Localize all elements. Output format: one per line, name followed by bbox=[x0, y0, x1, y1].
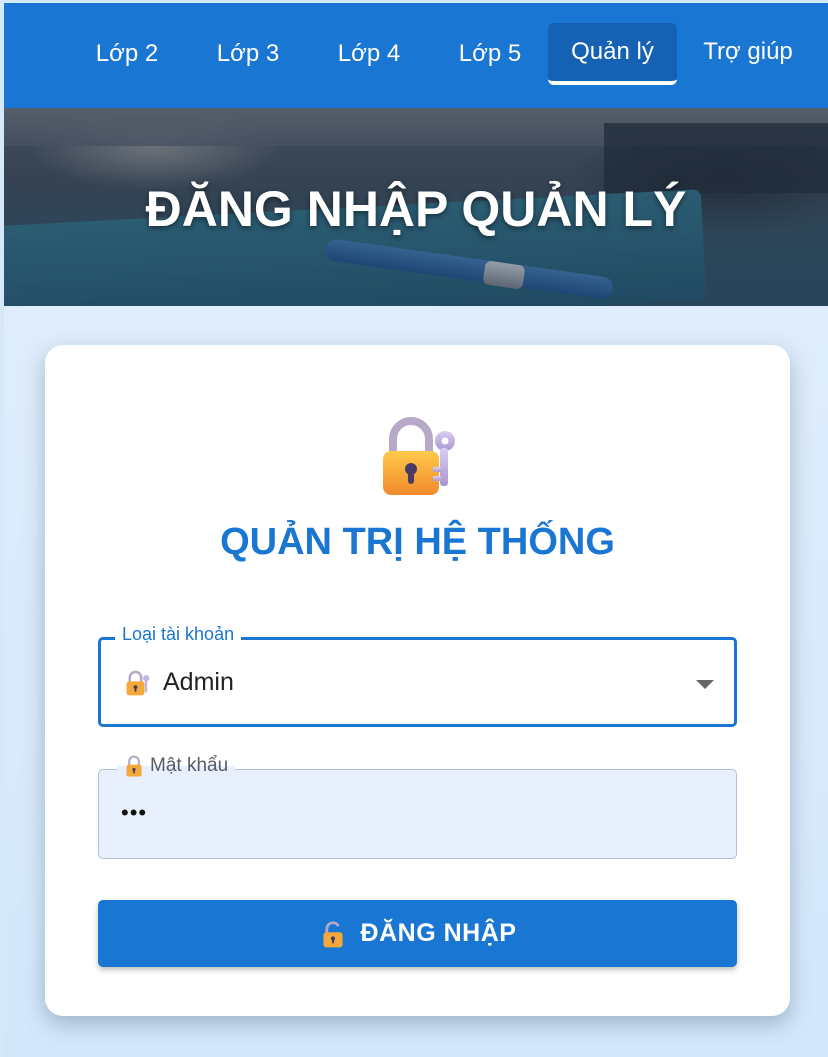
login-card: QUẢN TRỊ HỆ THỐNG Loại tài khoản Admin M… bbox=[45, 345, 790, 1016]
lock-icon bbox=[126, 755, 142, 777]
locked-with-key-icon bbox=[126, 670, 150, 695]
nav-item-lop-5[interactable]: Lớp 5 bbox=[435, 23, 545, 85]
chevron-down-icon[interactable] bbox=[696, 680, 714, 689]
password-input-value[interactable]: ••• bbox=[121, 800, 147, 826]
top-nav: Lớp 2 Lớp 3 Lớp 4 Lớp 5 Quản lý Trợ giúp bbox=[4, 3, 828, 108]
nav-item-lop-3[interactable]: Lớp 3 bbox=[193, 23, 303, 85]
card-title: QUẢN TRỊ HỆ THỐNG bbox=[220, 521, 615, 563]
nav-item-tro-giup[interactable]: Trợ giúp bbox=[688, 23, 808, 81]
hero-banner: ĐĂNG NHẬP QUẢN LÝ bbox=[4, 108, 828, 306]
nav-item-quan-ly[interactable]: Quản lý bbox=[548, 23, 677, 85]
login-button-label: ĐĂNG NHẬP bbox=[360, 919, 517, 947]
account-type-select[interactable]: Loại tài khoản Admin bbox=[98, 624, 737, 727]
locked-with-key-icon bbox=[383, 417, 455, 495]
password-field[interactable]: Mật khẩu ••• bbox=[98, 755, 737, 859]
account-type-text: Admin bbox=[163, 668, 234, 696]
app-frame: Lớp 2 Lớp 3 Lớp 4 Lớp 5 Quản lý Trợ giúp… bbox=[4, 3, 828, 1057]
nav-item-lop-4[interactable]: Lớp 4 bbox=[314, 23, 424, 85]
nav-item-lop-2[interactable]: Lớp 2 bbox=[72, 23, 182, 85]
password-label-text: Mật khẩu bbox=[150, 755, 229, 776]
unlocked-icon bbox=[322, 920, 343, 947]
password-label: Mật khẩu bbox=[117, 755, 236, 777]
login-button[interactable]: ĐĂNG NHẬP bbox=[98, 900, 737, 967]
page-title: ĐĂNG NHẬP QUẢN LÝ bbox=[145, 181, 687, 237]
account-type-label: Loại tài khoản bbox=[115, 624, 242, 645]
account-type-value: Admin bbox=[125, 668, 234, 697]
